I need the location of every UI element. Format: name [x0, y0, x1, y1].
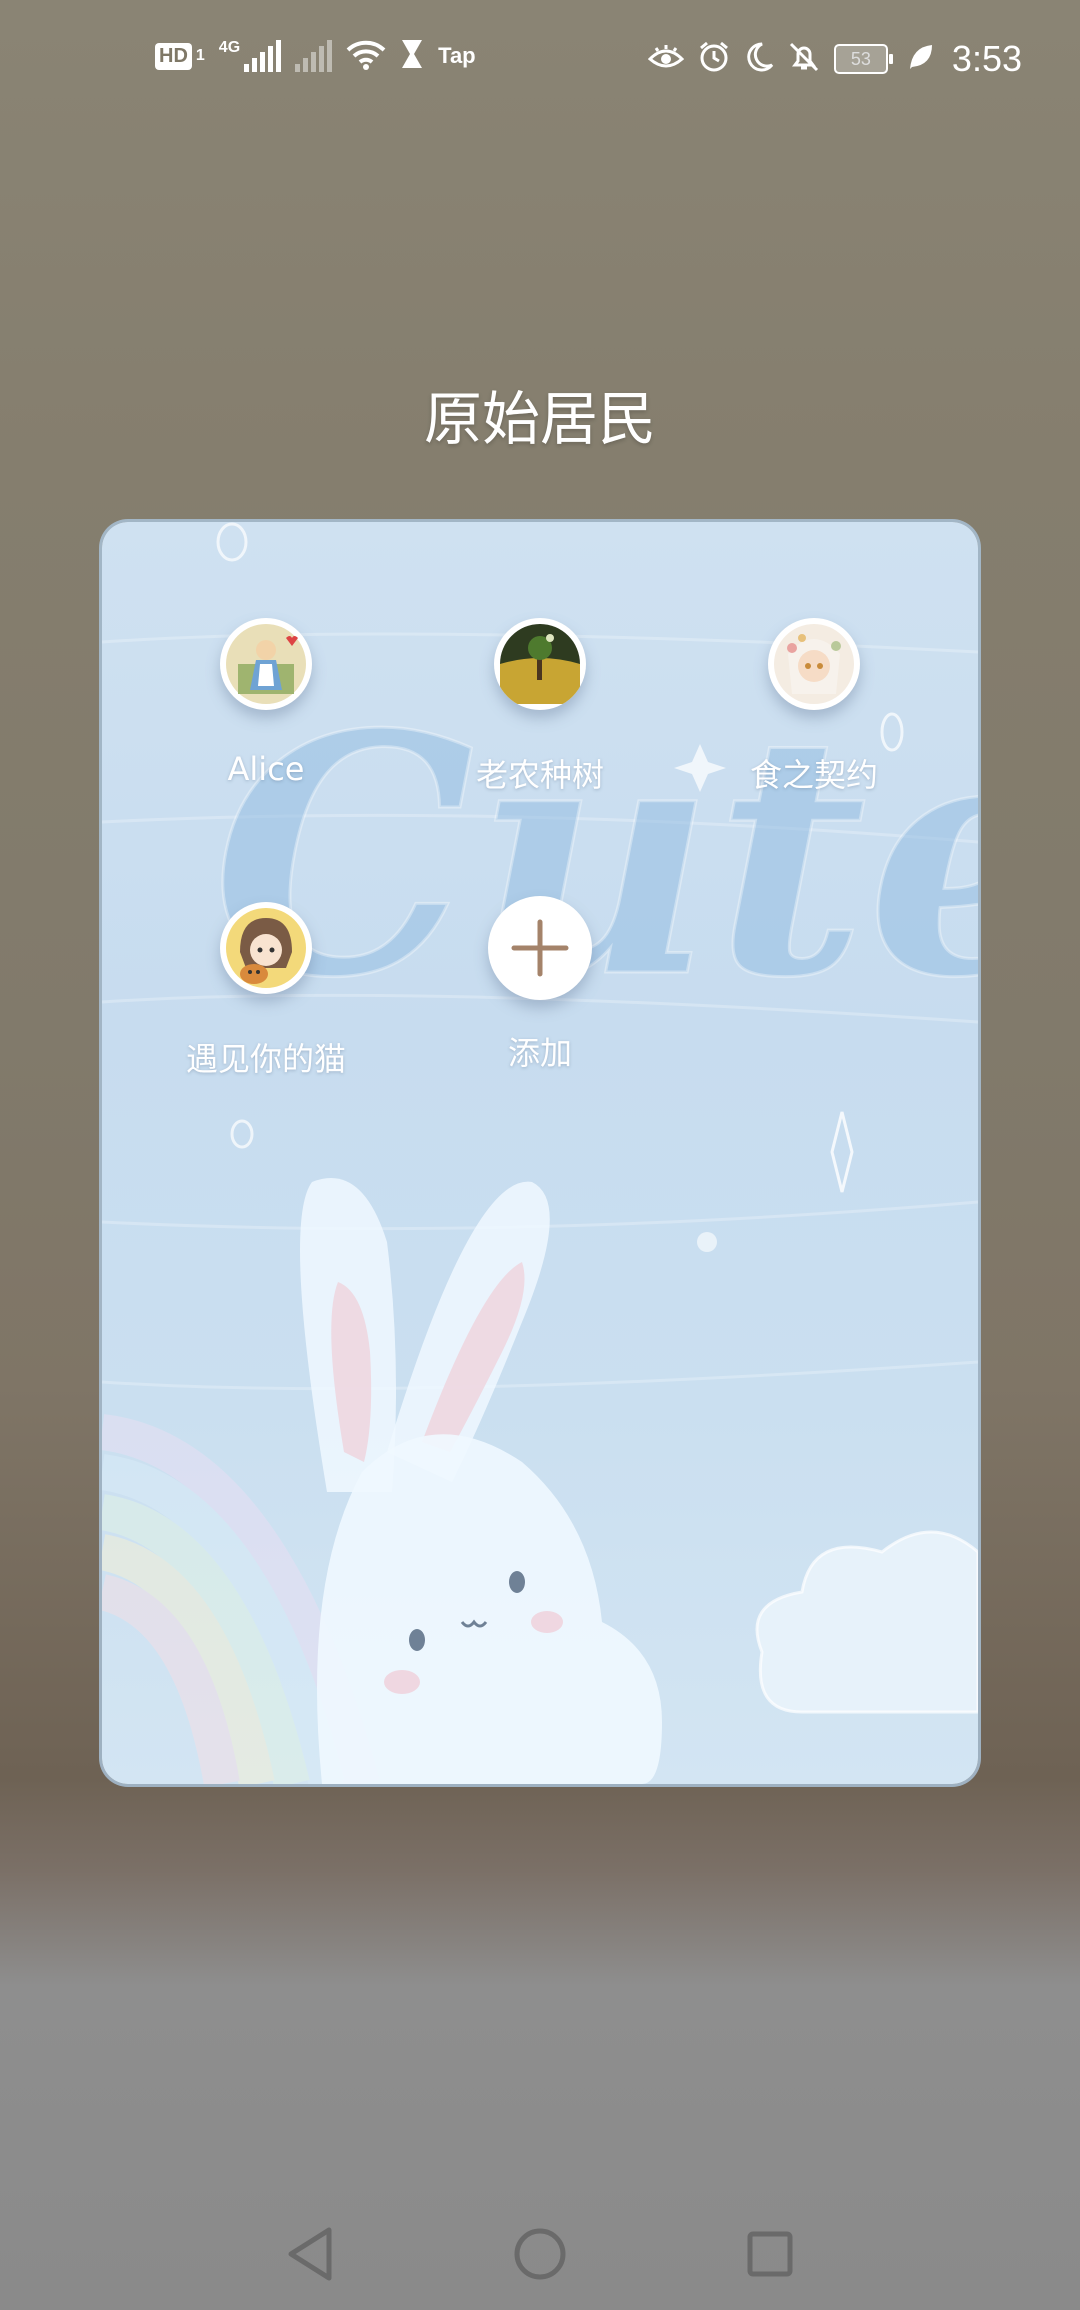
triangle-back-icon [288, 2227, 332, 2281]
app-label-food-contract: 食之契约 [749, 756, 878, 794]
home-button[interactable] [510, 2224, 570, 2284]
app-label-alice: Alice [227, 750, 305, 788]
app-alice[interactable]: Alice [136, 618, 396, 788]
eye-comfort-icon [647, 43, 685, 75]
battery-icon: 53 [833, 44, 893, 74]
network-type-label: 4G [218, 39, 241, 56]
status-left-icons: HD 1 4G Tap [155, 38, 476, 74]
app-farmer-tree[interactable]: 老农种树 [410, 618, 670, 796]
app-label-farmer-tree: 老农种树 [475, 756, 604, 794]
circle-home-icon [514, 2228, 566, 2280]
add-app-label: 添加 [507, 1034, 572, 1072]
tap-app-label: Tap [438, 43, 476, 68]
app-meet-your-cat[interactable]: 遇见你的猫 [136, 902, 396, 1080]
power-saving-leaf-icon [908, 43, 934, 75]
clock-time: 3:53 [951, 38, 1022, 79]
sim-slot-label: 1 [195, 47, 205, 64]
farmer-tree-app-icon[interactable] [494, 618, 586, 710]
food-contract-app-icon[interactable] [768, 618, 860, 710]
folder-panel: Cute Alice [102, 522, 978, 1784]
folder-title[interactable]: 原始居民 [0, 372, 1080, 456]
square-recents-icon [747, 2231, 793, 2277]
hourglass-icon [400, 38, 424, 74]
recents-button[interactable] [740, 2224, 800, 2284]
status-right-icons: 53 3:53 [647, 38, 1022, 80]
status-bar: HD 1 4G Tap 53 3:53 [0, 0, 1080, 125]
wifi-icon [346, 38, 386, 74]
back-button[interactable] [280, 2224, 340, 2284]
hd-voice-badge: HD [155, 42, 192, 70]
add-plus-icon[interactable] [488, 896, 592, 1000]
add-app-button[interactable]: 添加 [410, 896, 670, 1074]
alice-app-icon[interactable] [220, 618, 312, 710]
signal-strength-icon [244, 40, 282, 72]
app-food-contract[interactable]: 食之契约 [684, 618, 944, 796]
alarm-icon [698, 41, 730, 77]
app-label-meet-your-cat: 遇见你的猫 [185, 1040, 346, 1078]
signal-sim2-icon [295, 40, 333, 72]
battery-level-label: 53 [850, 48, 871, 69]
do-not-disturb-moon-icon [744, 41, 774, 77]
muted-bell-icon [788, 41, 820, 77]
meet-your-cat-app-icon[interactable] [220, 902, 312, 994]
